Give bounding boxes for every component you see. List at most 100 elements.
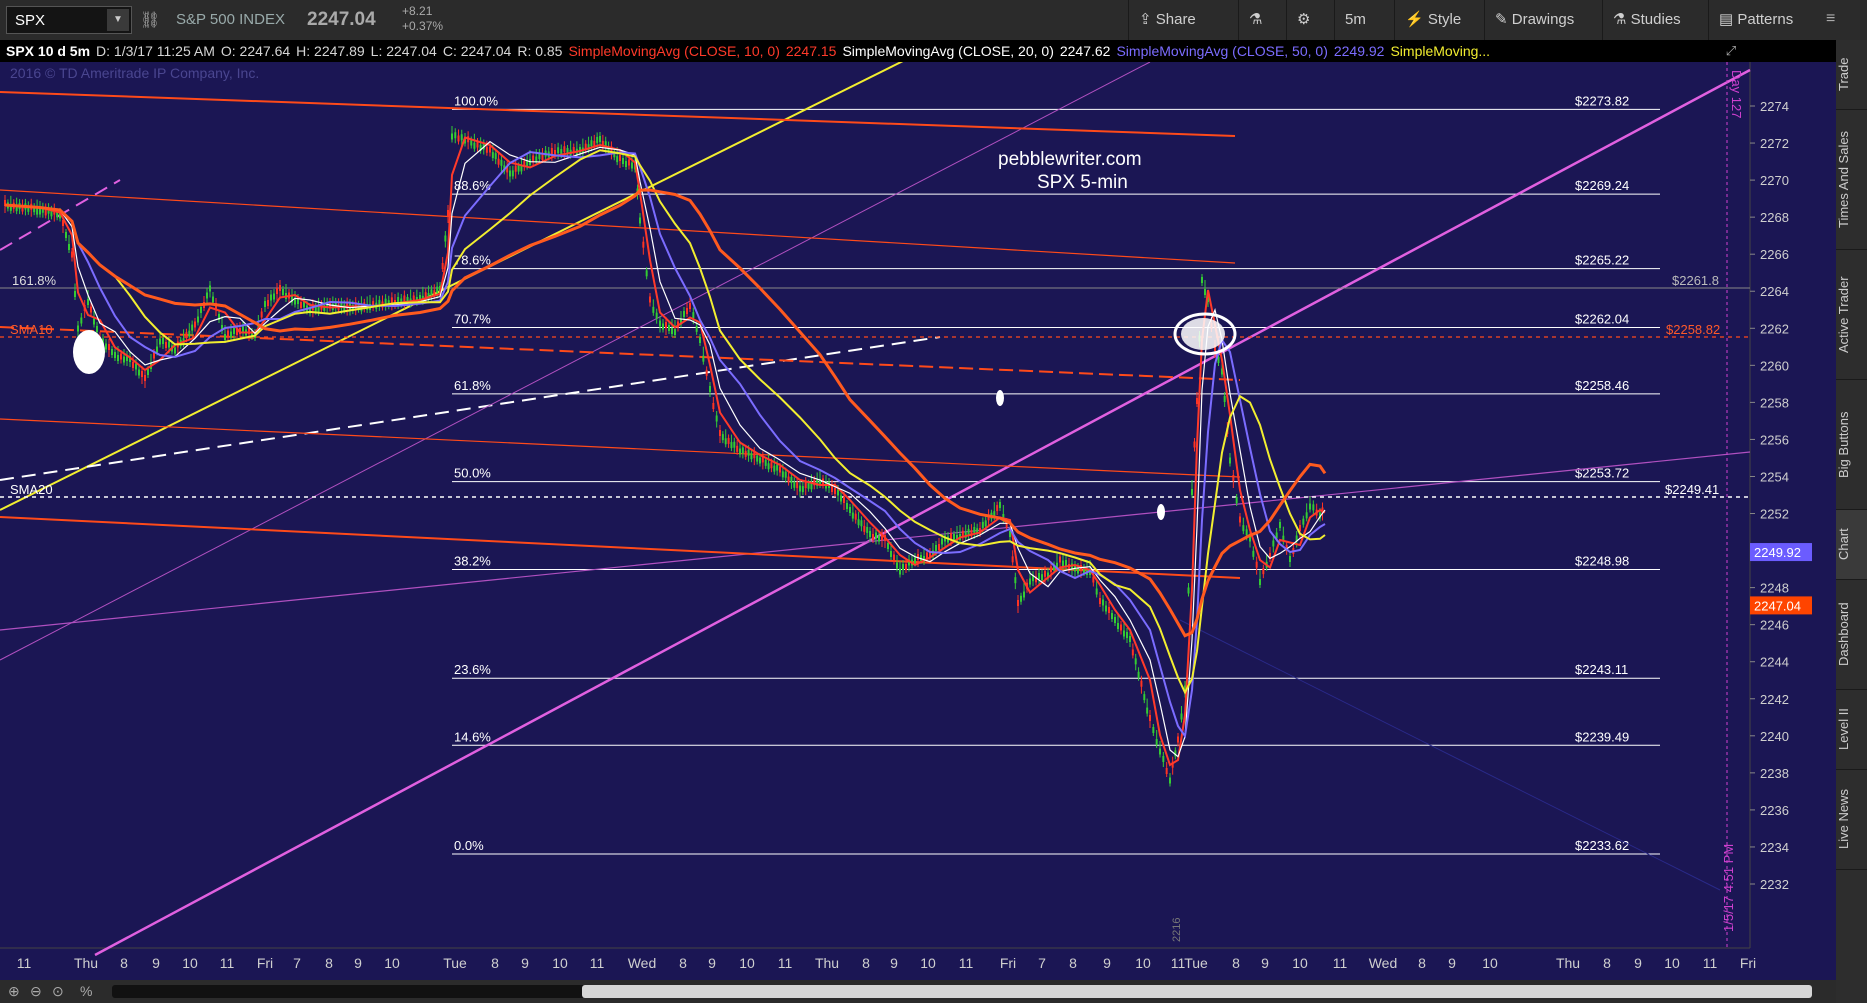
level-2258-label: $2258.82: [1666, 322, 1720, 337]
candle-body: [162, 338, 164, 344]
candle-body: [197, 316, 199, 323]
collapse-icon[interactable]: ⤢: [1716, 40, 1746, 62]
candle-body: [1014, 577, 1017, 584]
horizontal-scrollbar[interactable]: [112, 985, 1812, 998]
fib-value-label: $2258.46: [1575, 378, 1629, 393]
candle-body: [790, 476, 793, 483]
highlight-fill-right: [1181, 318, 1225, 350]
sma50-study-label[interactable]: SimpleMovingAvg (CLOSE, 50, 0): [1116, 43, 1327, 59]
share-button[interactable]: ⇪ Share: [1128, 0, 1238, 40]
symbol-input[interactable]: SPX ▼: [6, 6, 132, 34]
candle-body: [276, 288, 278, 294]
tab-dashboard[interactable]: Dashboard: [1836, 580, 1867, 690]
chart-canvas[interactable]: 2016 © TD Ameritrade IP Company, Inc. 10…: [0, 40, 1836, 980]
fib-value-label: $2243.11: [1575, 662, 1628, 677]
candle-body: [1102, 599, 1104, 606]
header-low: L: 2247.04: [370, 43, 437, 59]
candle-body: [1029, 578, 1031, 585]
scrollbar-thumb[interactable]: [582, 985, 1812, 998]
tab-live-news[interactable]: Live News: [1836, 770, 1867, 870]
tab-active-trader[interactable]: Active Trader: [1836, 250, 1867, 380]
tab-chart[interactable]: Chart: [1836, 510, 1867, 580]
sma-more-label[interactable]: SimpleMoving...: [1390, 43, 1490, 59]
candle-body: [887, 543, 889, 549]
x-tick-label: 9: [1261, 955, 1269, 971]
tab-times-and-sales[interactable]: Times And Sales: [1836, 110, 1867, 250]
candle-body: [454, 132, 457, 139]
candle-body: [652, 306, 655, 313]
chevron-down-icon[interactable]: ▼: [107, 9, 129, 31]
candle-body: [300, 302, 302, 308]
price-tag-label: 2247.04: [1754, 598, 1801, 613]
x-tick-label: Wed: [1369, 955, 1398, 971]
candle-body: [1143, 694, 1146, 701]
candle-body: [893, 554, 895, 561]
candle-body: [532, 155, 535, 162]
tab-big-buttons[interactable]: Big Buttons: [1836, 380, 1867, 510]
candle-body: [1252, 550, 1255, 557]
x-tick-label: 8: [1418, 955, 1426, 971]
flask-button[interactable]: ⚗: [1238, 0, 1286, 40]
y-tick-label: 2234: [1760, 840, 1789, 855]
sma-yellow-line: [4, 149, 1326, 695]
sma10-label: SMA10: [10, 322, 53, 337]
candle-body: [1229, 457, 1231, 464]
candle-body: [1149, 715, 1151, 721]
studies-label: Studies: [1630, 11, 1681, 28]
percent-icon[interactable]: %: [80, 983, 92, 999]
x-tick-label: 10: [384, 955, 400, 971]
candle-body: [1155, 739, 1158, 745]
tab-level-ii[interactable]: Level II: [1836, 690, 1867, 770]
candle-body: [517, 165, 520, 172]
sma20-study-label[interactable]: SimpleMovingAvg (CLOSE, 20, 0): [842, 43, 1053, 59]
candle-body: [36, 208, 39, 215]
menu-icon[interactable]: ≡: [1826, 10, 1835, 28]
tab-trade[interactable]: Trade: [1836, 40, 1867, 110]
studies-button[interactable]: ⚗ Studies: [1602, 0, 1708, 40]
candle-body: [941, 538, 943, 545]
link-icon[interactable]: ⛓: [140, 10, 160, 30]
candle-body: [460, 134, 463, 141]
candle-body: [65, 232, 67, 238]
candle-body: [1312, 504, 1315, 511]
candle-body: [451, 133, 453, 140]
candle-body: [863, 525, 866, 532]
candle-body: [851, 512, 854, 519]
settings-button[interactable]: ⚙: [1286, 0, 1334, 40]
drawings-button[interactable]: ✎ Drawings: [1484, 0, 1602, 40]
candle-body: [1137, 671, 1140, 678]
sma10-study-label[interactable]: SimpleMovingAvg (CLOSE, 10, 0): [568, 43, 779, 59]
header-open: O: 2247.64: [220, 43, 291, 59]
candle-body: [796, 482, 799, 489]
price-chart[interactable]: 2016 © TD Ameritrade IP Company, Inc. 10…: [0, 40, 1836, 980]
fib-pct-label: 14.6%: [454, 729, 491, 744]
candle-body: [866, 526, 869, 533]
candle-body: [141, 371, 143, 377]
chart-title: SPX 10 d 5m: [6, 43, 91, 59]
candle-body: [875, 532, 877, 539]
style-button[interactable]: ⚡ Style: [1394, 0, 1484, 40]
patterns-button[interactable]: ▤ Patterns: [1708, 0, 1820, 40]
x-tick-label: 11: [1703, 955, 1718, 971]
candle-body: [869, 531, 871, 537]
zoom-out-icon[interactable]: ⊖: [30, 983, 42, 1000]
x-tick-label: 11: [1333, 955, 1348, 971]
zoom-fit-icon[interactable]: ⊙: [52, 983, 64, 1000]
studies-icon: ⚗: [1613, 11, 1631, 28]
y-tick-label: 2246: [1760, 618, 1789, 633]
share-label: Share: [1155, 11, 1196, 28]
zoom-in-icon[interactable]: ⊕: [8, 983, 20, 1000]
x-tick-label: 11: [220, 955, 235, 971]
timeframe-button[interactable]: 5m: [1334, 0, 1394, 40]
candle-body: [1305, 512, 1308, 519]
candle-body: [77, 325, 79, 332]
candle-body: [935, 545, 937, 551]
candle-body: [1242, 525, 1245, 532]
y-tick-label: 2258: [1760, 395, 1789, 410]
candle-body: [596, 136, 599, 143]
style-icon: ⚡: [1405, 11, 1428, 28]
candle-body: [715, 415, 718, 422]
sma10-study-value: 2247.15: [785, 43, 837, 59]
candle-body: [117, 355, 119, 361]
candle-body: [622, 158, 624, 164]
